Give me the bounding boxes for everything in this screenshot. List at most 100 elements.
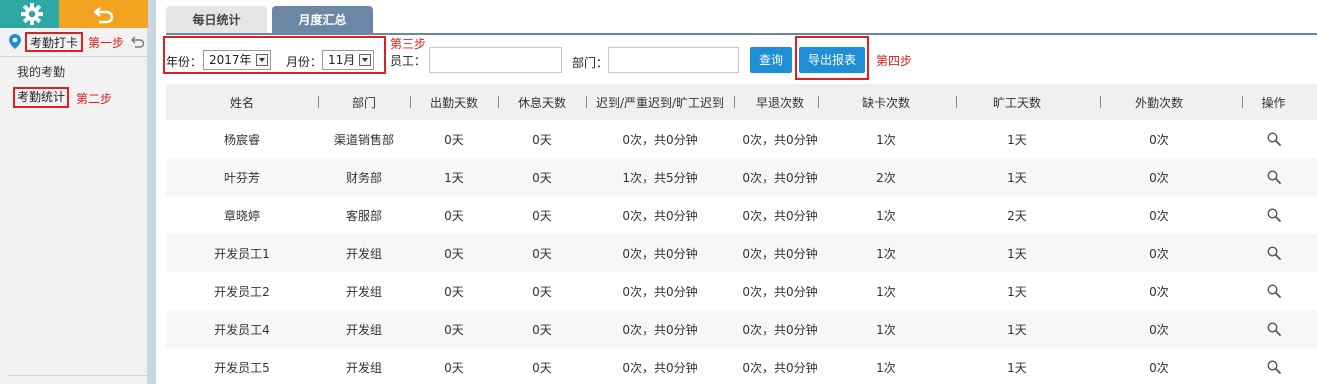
search-icon (1266, 132, 1281, 146)
year-select[interactable]: 2017年 (203, 50, 271, 70)
view-details-button[interactable] (1230, 348, 1317, 384)
sidebar-splitter[interactable] (148, 0, 156, 384)
table-cell: 0天 (444, 132, 464, 147)
column-header: 缺卡次数 (861, 95, 910, 110)
year-value: 2017年 (209, 53, 252, 67)
search-icon (1266, 208, 1281, 222)
column-separator (318, 96, 319, 108)
table-cell: 0天 (532, 132, 552, 147)
table-cell: 1天 (1007, 246, 1027, 261)
tab-monthly-summary[interactable]: 月度汇总 (272, 6, 373, 34)
gear-icon (21, 3, 43, 25)
table-cell: 0次，共0分钟 (622, 208, 698, 223)
table-cell: 1次 (876, 284, 896, 299)
search-icon (1266, 284, 1281, 298)
view-details-button[interactable] (1230, 310, 1317, 348)
undo-icon[interactable] (131, 36, 145, 48)
table-cell: 0天 (532, 208, 552, 223)
search-icon (1266, 170, 1281, 184)
table-cell: 2天 (1007, 208, 1027, 223)
chevron-down-icon (359, 54, 371, 66)
sidebar-item-attendance-stats[interactable]: 考勤统计 (13, 87, 70, 108)
back-arrow-icon (93, 7, 114, 24)
sidebar: 考勤打卡 第一步 我的考勤 考勤统计 第二步 (0, 0, 148, 384)
view-details-button[interactable] (1230, 272, 1317, 310)
divider (0, 56, 148, 57)
export-report-button[interactable]: 导出报表 (799, 47, 865, 73)
table-row: 杨宸睿 渠道销售部 0天 0天 0次，共0分钟 0次，共0分钟 1次 1天 0次 (166, 120, 1317, 158)
search-icon (1266, 322, 1281, 336)
table-cell: 1次 (876, 208, 896, 223)
table-cell: 开发员工5 (214, 360, 270, 375)
table-cell: 杨宸睿 (223, 132, 260, 147)
table-cell: 0天 (532, 360, 552, 375)
table-cell: 0天 (444, 322, 464, 337)
table-cell: 0次 (1149, 208, 1169, 223)
month-select[interactable]: 11月 (322, 50, 374, 70)
table-cell: 1次 (876, 360, 896, 375)
sidebar-item-my-attendance[interactable]: 我的考勤 (17, 63, 65, 80)
table-cell: 0次 (1149, 132, 1169, 147)
table-cell: 1天 (1007, 284, 1027, 299)
sidebar-item-label[interactable]: 考勤打卡 (25, 32, 84, 52)
column-header: 出勤天数 (429, 95, 478, 110)
table-cell: 开发组 (345, 246, 382, 261)
sidebar-footer (8, 375, 148, 384)
column-header: 部门 (351, 95, 376, 110)
table-cell: 章晓婷 (223, 208, 260, 223)
table-row: 开发员工2 开发组 0天 0天 0次，共0分钟 0次，共0分钟 1次 1天 0次 (166, 272, 1317, 310)
table-cell: 1天 (1007, 132, 1027, 147)
table-cell: 0次，共0分钟 (742, 132, 818, 147)
table-cell: 1天 (1007, 170, 1027, 185)
view-details-button[interactable] (1230, 120, 1317, 158)
column-separator (1100, 96, 1101, 108)
location-pin-icon (9, 34, 21, 49)
table-cell: 0天 (532, 284, 552, 299)
column-header: 操作 (1261, 95, 1286, 110)
month-value: 11月 (328, 53, 356, 67)
table-cell: 渠道销售部 (333, 132, 394, 147)
dept-input[interactable] (608, 47, 739, 73)
query-button[interactable]: 查询 (750, 47, 792, 73)
search-icon (1266, 246, 1281, 260)
column-separator (956, 96, 957, 108)
column-separator (586, 96, 587, 108)
table-cell: 0次，共0分钟 (742, 322, 818, 337)
view-details-button[interactable] (1230, 196, 1317, 234)
table-cell: 0次，共0分钟 (742, 284, 818, 299)
sidebar-item-punch[interactable]: 考勤打卡 第一步 (0, 31, 148, 53)
table-cell: 0次 (1149, 284, 1169, 299)
column-header: 早退次数 (755, 95, 804, 110)
employee-label: 员工： (390, 54, 427, 68)
table-cell: 客服部 (345, 208, 382, 223)
table-cell: 1次 (876, 246, 896, 261)
step-annotation: 第二步 (76, 92, 113, 106)
tab-daily-stats[interactable]: 每日统计 (166, 6, 267, 34)
table-header: 姓名 部门 出勤天数 休息天数 迟到/严重迟到/旷工迟到 早退次数 缺卡次数 旷工天数 外勤次数… (166, 84, 1317, 120)
table-row: 开发员工1 开发组 0天 0天 0次，共0分钟 0次，共0分钟 1次 1天 0次 (166, 234, 1317, 272)
table-cell: 1天 (1007, 322, 1027, 337)
table-cell: 财务部 (345, 170, 382, 185)
table-cell: 1天 (1007, 360, 1027, 375)
table-cell: 0天 (532, 322, 552, 337)
column-header: 姓名 (229, 95, 254, 110)
column-separator (734, 96, 735, 108)
table-cell: 1次 (876, 322, 896, 337)
view-details-button[interactable] (1230, 234, 1317, 272)
back-button[interactable] (59, 0, 148, 28)
attendance-table: 姓名 部门 出勤天数 休息天数 迟到/严重迟到/旷工迟到 早退次数 缺卡次数 旷工天数 外勤次数… (166, 84, 1317, 384)
table-cell: 0次，共0分钟 (622, 360, 698, 375)
view-details-button[interactable] (1230, 158, 1317, 196)
table-cell: 1次 (876, 132, 896, 147)
table-cell: 0次，共0分钟 (622, 322, 698, 337)
table-row: 章晓婷 客服部 0天 0天 0次，共0分钟 0次，共0分钟 1次 2天 0次 (166, 196, 1317, 234)
month-label: 月份： (286, 55, 323, 69)
table-cell: 开发员工1 (214, 246, 270, 261)
table-row: 叶芬芳 财务部 1天 0天 1次，共5分钟 0次，共0分钟 2次 1天 0次 (166, 158, 1317, 196)
settings-button[interactable] (0, 0, 59, 28)
employee-input[interactable] (429, 47, 562, 73)
table-cell: 2次 (876, 170, 896, 185)
table-cell: 0次 (1149, 322, 1169, 337)
table-cell: 开发员工4 (214, 322, 270, 337)
search-icon (1266, 360, 1281, 374)
